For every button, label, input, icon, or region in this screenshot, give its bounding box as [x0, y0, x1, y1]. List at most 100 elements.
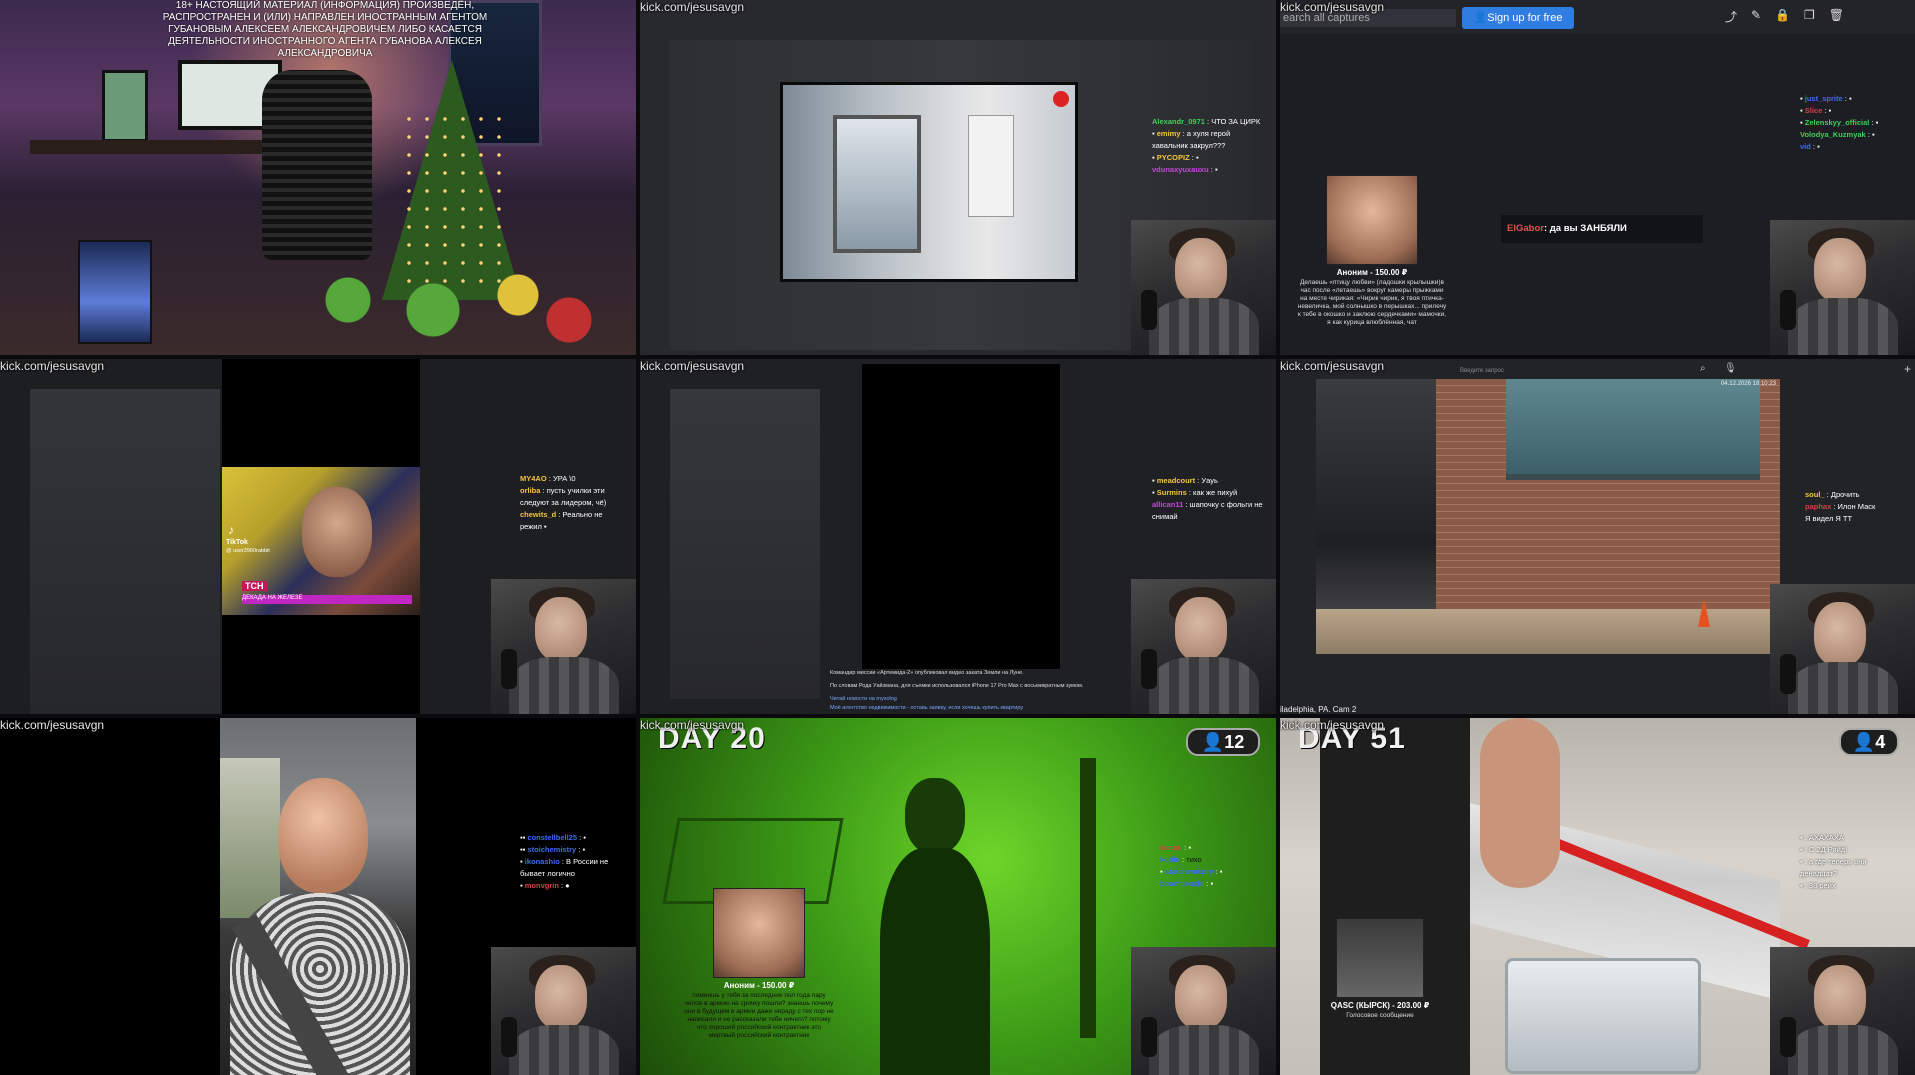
- chat-line: chewits_d : Реально не: [520, 510, 603, 519]
- chat-line: ▪ : 38 рейх: [1800, 881, 1836, 890]
- channel-logo-icon: [1053, 91, 1069, 107]
- traffic-cone: [1698, 599, 1710, 627]
- copy-icon[interactable]: ❐: [1804, 8, 1815, 28]
- chat-line: снимай: [1152, 512, 1178, 521]
- street-video[interactable]: 04.12.2026 18:10:23: [1316, 379, 1780, 654]
- donation-amount: QASC (КЫРСК) - 203.00 ₽: [1330, 1001, 1430, 1010]
- chat-line: ▪ ikonashio : В России не: [520, 857, 609, 866]
- streamer-webcam: [1770, 584, 1915, 714]
- donation-message: помнишь у тебя за последние пол года пар…: [684, 992, 834, 1039]
- search-icon[interactable]: ⌕: [1700, 363, 1706, 374]
- lock-icon[interactable]: 🔒: [1775, 8, 1790, 28]
- chat-line: paphax : Илон Маск: [1805, 502, 1876, 511]
- tiktok-logo-icon: ♪: [228, 523, 234, 537]
- chat-line: MY4AO : УРА \0: [520, 474, 576, 483]
- cam-search-input[interactable]: Введите запрос: [1460, 364, 1660, 378]
- plush-toys: [280, 250, 620, 350]
- sidewalk: [1316, 609, 1780, 654]
- stream-tile-store[interactable]: kick.com/jesusavgn DAY 51 👤4 QASC (КЫРСК…: [1280, 718, 1915, 1075]
- stream-tile-news[interactable]: kick.com/jesusavgn ▪ meadcourt : Уауь ▪ …: [640, 359, 1276, 714]
- stream-tile-nightvision[interactable]: kick.com/jesusavgn DAY 20 👤12 Аноним - 1…: [640, 718, 1276, 1075]
- stream-tile-street-cam[interactable]: kick.com/jesusavgn Введите запрос ⌕ 🎙 + …: [1280, 359, 1915, 714]
- blurred-background: [670, 389, 820, 699]
- car-window: [220, 758, 280, 918]
- chat-line: orliba : пусть училки эти: [520, 486, 605, 495]
- toolbar: ⤴ ✎ 🔒 ❐ 🗑: [1725, 8, 1915, 28]
- viewer-badge: 👤12: [1186, 728, 1260, 756]
- chat-line: ▪ : АХАХАХА: [1800, 833, 1844, 842]
- chat-line: soul_ : Дрочить: [1805, 490, 1860, 499]
- chat-line: ▪▪ constellbell25 : ▪: [520, 833, 586, 842]
- news-feed: Командир миссии «Артемида-2» опубликовал…: [830, 669, 1130, 713]
- monitor-left: [102, 70, 148, 142]
- donation-image: [1326, 175, 1418, 265]
- stream-tile-tiktok[interactable]: kick.com/jesusavgn ♪ TikTok @ user3960ra…: [0, 359, 636, 714]
- watermark: kick.com/jesusavgn: [1280, 359, 1385, 373]
- stream-tile-dark-page[interactable]: kick.com/jesusavgn 👤Sign up for free ⤴ ✎…: [1280, 0, 1915, 355]
- donation-alert: QASC (КЫРСК) - 203.00 ₽ Голосовое сообще…: [1320, 918, 1440, 1020]
- chat-line: kotlin : тихо: [1160, 855, 1202, 864]
- chat-overlay: MY4AO : УРА \0 orliba : пусть училки эти…: [520, 473, 606, 533]
- donation-amount: Аноним - 150.00 ₽: [1336, 268, 1408, 277]
- stream-grid: 18+ НАСТОЯЩИЙ МАТЕРИАЛ (ИНФОРМАЦИЯ) ПРОИ…: [0, 0, 1915, 1075]
- watermark: kick.com/jesusavgn: [640, 718, 745, 732]
- watermark: kick.com/jesusavgn: [640, 0, 745, 14]
- chat-line: режил ▪: [520, 522, 547, 531]
- pencil-icon[interactable]: ✎: [1751, 8, 1761, 28]
- news-line[interactable]: Читай новости на mysolog: [830, 695, 1130, 704]
- window-pane: [833, 115, 921, 253]
- watermark: kick.com/jesusavgn: [1280, 0, 1385, 14]
- news-ticker: ДЕКАДА НА ЖЕЛЕЗЕ: [242, 595, 412, 604]
- chat-overlay: ▪ : АХАХАХА ▪ : С 2Д Ряйд! ▪ : а где теп…: [1800, 832, 1867, 892]
- streamer-webcam: [1770, 947, 1915, 1075]
- stream-tile-car-vlog[interactable]: kick.com/jesusavgn ▪▪ constellbell25 : ▪…: [0, 718, 636, 1075]
- chat-line: следуют за лидером, чё): [520, 498, 607, 507]
- donation-amount: Аноним - 150.00 ₽: [723, 981, 795, 990]
- cam-timestamp: 04.12.2026 18:10:23: [1720, 381, 1776, 387]
- streamer-webcam: [491, 579, 636, 714]
- dark-pants: [1320, 718, 1470, 1075]
- chat-overlay: Alexandr_0971 : ЧТО ЗА ЦИРК ▪ emimy : а …: [1152, 116, 1260, 176]
- add-icon[interactable]: +: [1904, 362, 1911, 376]
- news-line: По словам Рода Уайзмана, для съемки испо…: [830, 683, 1084, 689]
- chat-line: ▪ meadcourt : Уауь: [1152, 476, 1218, 485]
- notice-paper: [968, 115, 1014, 217]
- streamer-webcam: [1131, 220, 1276, 355]
- mic-icon[interactable]: 🎙: [1724, 363, 1737, 374]
- trash-icon[interactable]: 🗑: [1829, 8, 1844, 28]
- share-icon[interactable]: ⤴: [1725, 8, 1737, 28]
- car-video[interactable]: [220, 718, 416, 1075]
- tiktok-video[interactable]: ♪ TikTok @ user3960rabbit ТСН ДЕКАДА НА …: [222, 467, 420, 615]
- chat-line: ▪ : а где теперь они: [1800, 857, 1867, 866]
- stream-tile-room[interactable]: 18+ НАСТОЯЩИЙ МАТЕРИАЛ (ИНФОРМАЦИЯ) ПРОИ…: [0, 0, 636, 355]
- warning-text: 18+ НАСТОЯЩИЙ МАТЕРИАЛ (ИНФОРМАЦИЯ) ПРОИ…: [162, 0, 488, 59]
- chat-line: kimbo : ▪: [1160, 843, 1192, 852]
- chat-line: allican11 : шапочку с фольги не: [1152, 500, 1263, 509]
- chat-line: бывает логично: [520, 869, 575, 878]
- signup-button[interactable]: 👤Sign up for free: [1462, 7, 1574, 29]
- news-line[interactable]: Моё агентство недвижимости - оставь заяв…: [830, 704, 1130, 713]
- chat-overlay: ▪▪ constellbell25 : ▪ ▪▪ stoichemistry :…: [520, 832, 608, 892]
- watermark: kick.com/jesusavgn: [0, 359, 105, 373]
- arm: [1480, 718, 1560, 888]
- chat-line: ▪ Zelenskyy_official : ▪: [1800, 118, 1879, 127]
- streamer-webcam: [491, 947, 636, 1075]
- chat-line: ▪ PYCOPIZ : ▪: [1152, 153, 1199, 162]
- chat-line: vdunaxyuxauxu : ▪: [1152, 165, 1218, 174]
- donation-message: Делаешь «птицу любви» (ладошки крылышки)…: [1297, 279, 1447, 326]
- donation-alert: Аноним - 150.00 ₽ Делаешь «птицу любви» …: [1292, 175, 1452, 327]
- stream-tile-window-video[interactable]: kick.com/jesusavgn Alexandr_0971 : ЧТО З…: [640, 0, 1276, 355]
- donation-image: [713, 888, 805, 978]
- viewer-badge: 👤4: [1839, 728, 1899, 756]
- pc-case: [78, 240, 152, 344]
- blurred-background: [30, 389, 220, 714]
- chat-line: ▪ emimy : а хуля герой: [1152, 129, 1231, 138]
- glass-windows: [1506, 379, 1760, 480]
- chat-line: Volodya_Kuzmyak : ▪: [1800, 130, 1875, 139]
- person-face: [302, 487, 372, 577]
- streamer-webcam: [1131, 947, 1276, 1075]
- chat-overlay: ▪ meadcourt : Уауь ▪ Surmins : как же пи…: [1152, 475, 1263, 523]
- chat-line: ▪ stoichemistry : ▪: [1160, 867, 1223, 876]
- tiktok-label: TikTok: [226, 539, 248, 546]
- embedded-video[interactable]: [780, 82, 1078, 282]
